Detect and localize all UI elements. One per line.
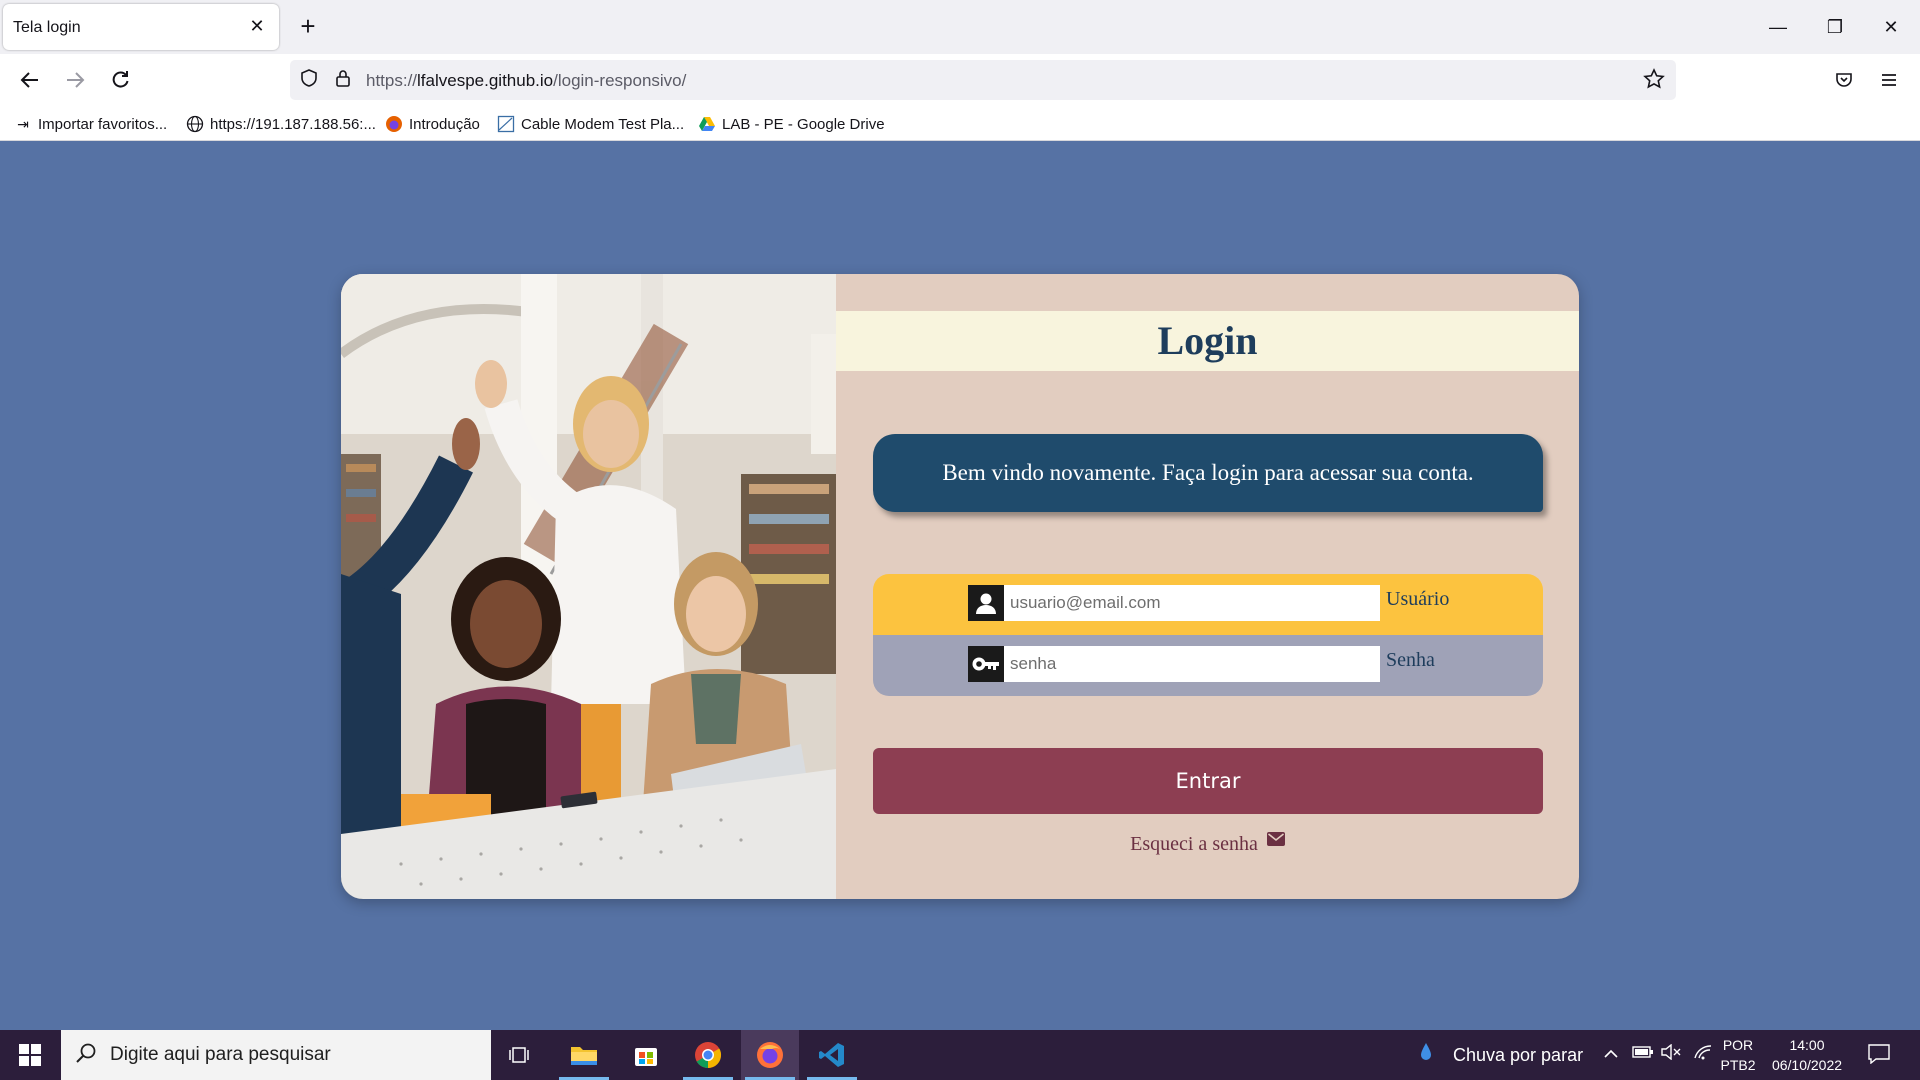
bookmark-ip[interactable]: https://191.187.188.56:...: [186, 114, 376, 134]
taskbar-vscode[interactable]: [803, 1030, 861, 1080]
shield-icon[interactable]: [297, 68, 321, 92]
start-button[interactable]: [0, 1030, 60, 1080]
address-bar[interactable]: https://lfalvespe.github.io/login-respon…: [290, 60, 1676, 100]
task-view-icon: [509, 1047, 529, 1063]
google-drive-icon: [698, 115, 716, 133]
username-label: Usuário: [1386, 588, 1450, 610]
forgot-password-label: Esqueci a senha: [1130, 833, 1258, 855]
title-bar: Login: [836, 311, 1579, 371]
lock-icon[interactable]: [331, 68, 355, 92]
user-icon: [968, 585, 1004, 621]
firefox-icon: [385, 115, 403, 133]
bookmarks-bar: ⇥ Importar favoritos... https://191.187.…: [0, 106, 1920, 141]
password-row: Senha: [873, 635, 1543, 696]
close-window-button[interactable]: ✕: [1876, 12, 1906, 42]
team-photo: [341, 274, 836, 899]
taskbar-file-explorer[interactable]: [555, 1030, 613, 1080]
forward-arrow-icon: [67, 72, 85, 88]
bookmark-introducao[interactable]: Introdução: [385, 114, 480, 134]
navigation-bar: https://lfalvespe.github.io/login-respon…: [0, 54, 1920, 106]
weather-icon[interactable]: [1420, 1043, 1432, 1073]
taskbar-store[interactable]: [617, 1030, 675, 1080]
search-placeholder: Digite aqui para pesquisar: [110, 1044, 331, 1065]
forward-button[interactable]: [59, 64, 91, 96]
taskbar-search[interactable]: Digite aqui para pesquisar: [61, 1030, 491, 1080]
task-view-button[interactable]: [491, 1030, 549, 1080]
pocket-icon: [1836, 73, 1852, 87]
pocket-button[interactable]: [1828, 64, 1860, 96]
notifications-icon[interactable]: [1868, 1044, 1890, 1069]
login-panel: Login Bem vindo novamente. Faça login pa…: [836, 274, 1579, 899]
vscode-icon: [819, 1043, 844, 1067]
taskbar-firefox[interactable]: [741, 1030, 799, 1080]
clock-time: 14:00: [1789, 1037, 1825, 1053]
windows-logo-icon: [19, 1044, 41, 1066]
tab-title: Tela login: [13, 19, 81, 36]
clock-date: 06/10/2022: [1771, 1057, 1843, 1073]
store-icon: [635, 1048, 657, 1066]
email-field[interactable]: [1004, 585, 1380, 621]
new-tab-button[interactable]: +: [294, 12, 322, 40]
office-scene-illustration: [341, 274, 836, 899]
username-row: Usuário: [873, 574, 1543, 635]
chrome-icon: [695, 1042, 722, 1069]
bookmark-cable-modem[interactable]: Cable Modem Test Pla...: [497, 114, 684, 134]
back-button[interactable]: [14, 64, 46, 96]
bookmark-import[interactable]: ⇥ Importar favoritos...: [14, 114, 167, 134]
back-arrow-icon: [20, 72, 38, 88]
page-icon: [497, 115, 515, 133]
import-icon: ⇥: [17, 116, 29, 132]
firefox-icon: [757, 1042, 783, 1068]
url-text[interactable]: https://lfalvespe.github.io/login-respon…: [366, 71, 686, 91]
login-button[interactable]: Entrar: [873, 748, 1543, 814]
weather-status[interactable]: Chuva por parar: [1453, 1045, 1583, 1066]
password-label: Senha: [1386, 649, 1435, 671]
folder-icon: [571, 1047, 597, 1065]
menu-button[interactable]: [1873, 64, 1905, 96]
wifi-icon[interactable]: [1693, 1044, 1713, 1065]
forgot-password-link[interactable]: Esqueci a senha: [836, 830, 1579, 856]
globe-icon: [186, 115, 204, 133]
browser-tab[interactable]: Tela login ✕: [3, 4, 279, 50]
input-language[interactable]: POR PTB2: [1718, 1035, 1758, 1075]
battery-icon[interactable]: [1632, 1044, 1654, 1064]
login-card: Login Bem vindo novamente. Faça login pa…: [341, 274, 1579, 899]
search-icon: [75, 1042, 97, 1070]
reload-icon: [112, 71, 129, 88]
taskbar-chrome[interactable]: [679, 1030, 737, 1080]
restore-button[interactable]: ❐: [1820, 12, 1850, 42]
password-field[interactable]: [1004, 646, 1380, 682]
system-clock[interactable]: 14:00 06/10/2022: [1762, 1035, 1852, 1075]
hamburger-menu-icon: [1882, 74, 1896, 86]
tab-bar: Tela login ✕ + — ❐ ✕: [0, 0, 1920, 54]
envelope-icon: [1266, 830, 1285, 851]
chevron-up-icon[interactable]: [1603, 1044, 1619, 1064]
page-title: Login: [1157, 318, 1258, 363]
close-tab-icon[interactable]: ✕: [247, 16, 267, 36]
reload-button[interactable]: [104, 64, 136, 96]
welcome-message: Bem vindo novamente. Faça login para ace…: [873, 434, 1543, 512]
minimize-button[interactable]: —: [1763, 12, 1793, 42]
taskbar: Digite aqui para pesquisar Chuva por par…: [0, 1030, 1920, 1080]
bookmark-star-icon[interactable]: [1642, 68, 1666, 92]
key-icon: [968, 646, 1004, 682]
bookmark-google-drive[interactable]: LAB - PE - Google Drive: [698, 114, 885, 134]
speaker-muted-icon[interactable]: [1660, 1043, 1682, 1065]
